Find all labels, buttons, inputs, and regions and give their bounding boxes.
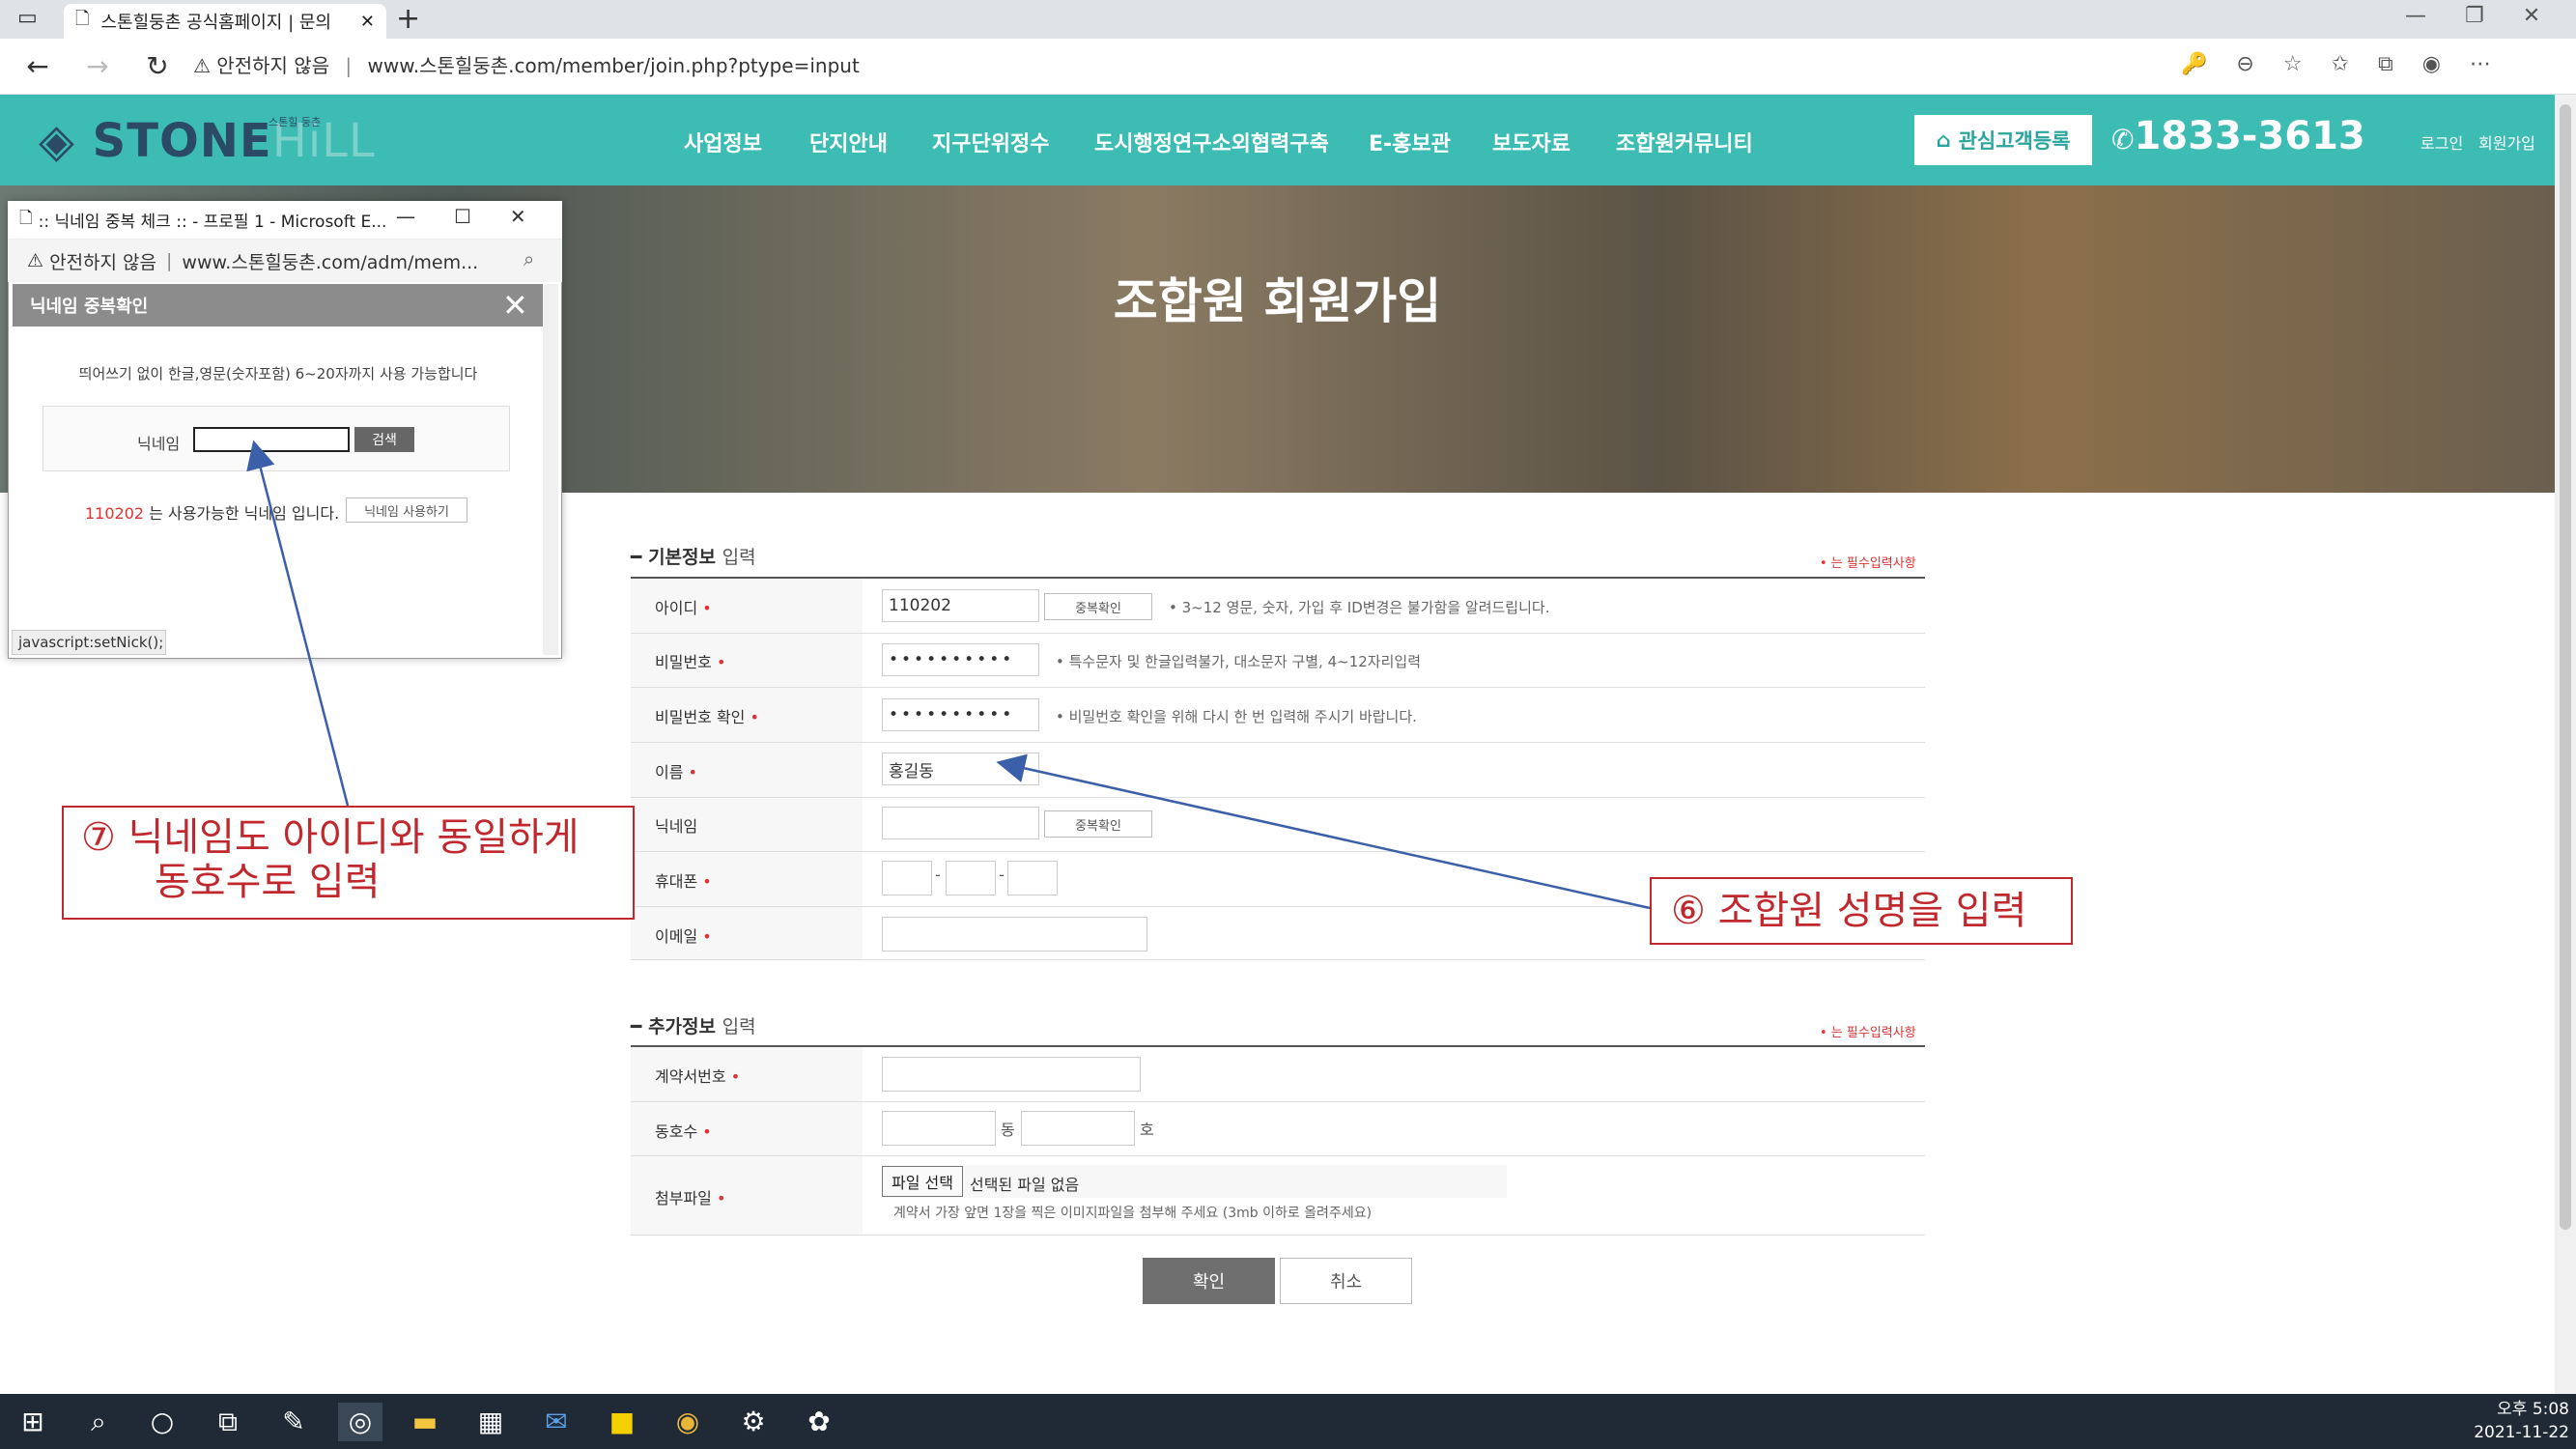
chrome-icon[interactable]: ◉ <box>668 1403 707 1441</box>
mail-icon[interactable]: ✉ <box>537 1403 576 1441</box>
search-icon[interactable]: ⌕ <box>79 1403 118 1441</box>
store-icon[interactable]: ▦ <box>471 1403 510 1441</box>
annotation-nickname-line2: 동호수로 입력 <box>155 860 381 904</box>
file-explorer-icon[interactable]: ▬ <box>406 1403 444 1441</box>
edge-icon[interactable]: ◎ <box>338 1403 382 1441</box>
taskbar-clock: 오후 5:08 2021-11-22 <box>2463 1398 2569 1444</box>
annotation-nickname: ⑦ 닉네임도 아이디와 동일하게 동호수로 입력 <box>62 806 635 920</box>
arrow-nickname <box>246 440 350 807</box>
kakaotalk-icon[interactable]: ■ <box>603 1403 641 1441</box>
arrow-name <box>996 753 1651 910</box>
annotation-arrows <box>246 440 1651 910</box>
app-icon[interactable]: ⚙ <box>734 1403 773 1441</box>
task-view-icon[interactable]: ⧉ <box>209 1403 247 1441</box>
annotation-name: ⑥ 조합원 성명을 입력 <box>1650 877 2073 945</box>
start-icon[interactable]: ⊞ <box>14 1403 52 1441</box>
clock-date: 2021-11-22 <box>2474 1423 2569 1442</box>
taskbar <box>0 1394 2576 1449</box>
annotation-nickname-line1: ⑦ 닉네임도 아이디와 동일하게 <box>81 815 580 860</box>
cortana-icon[interactable]: ○ <box>143 1403 182 1441</box>
paint-icon[interactable]: ✿ <box>800 1403 838 1441</box>
clock-time: 오후 5:08 <box>2497 1400 2569 1419</box>
notes-icon[interactable]: ✎ <box>274 1403 313 1441</box>
